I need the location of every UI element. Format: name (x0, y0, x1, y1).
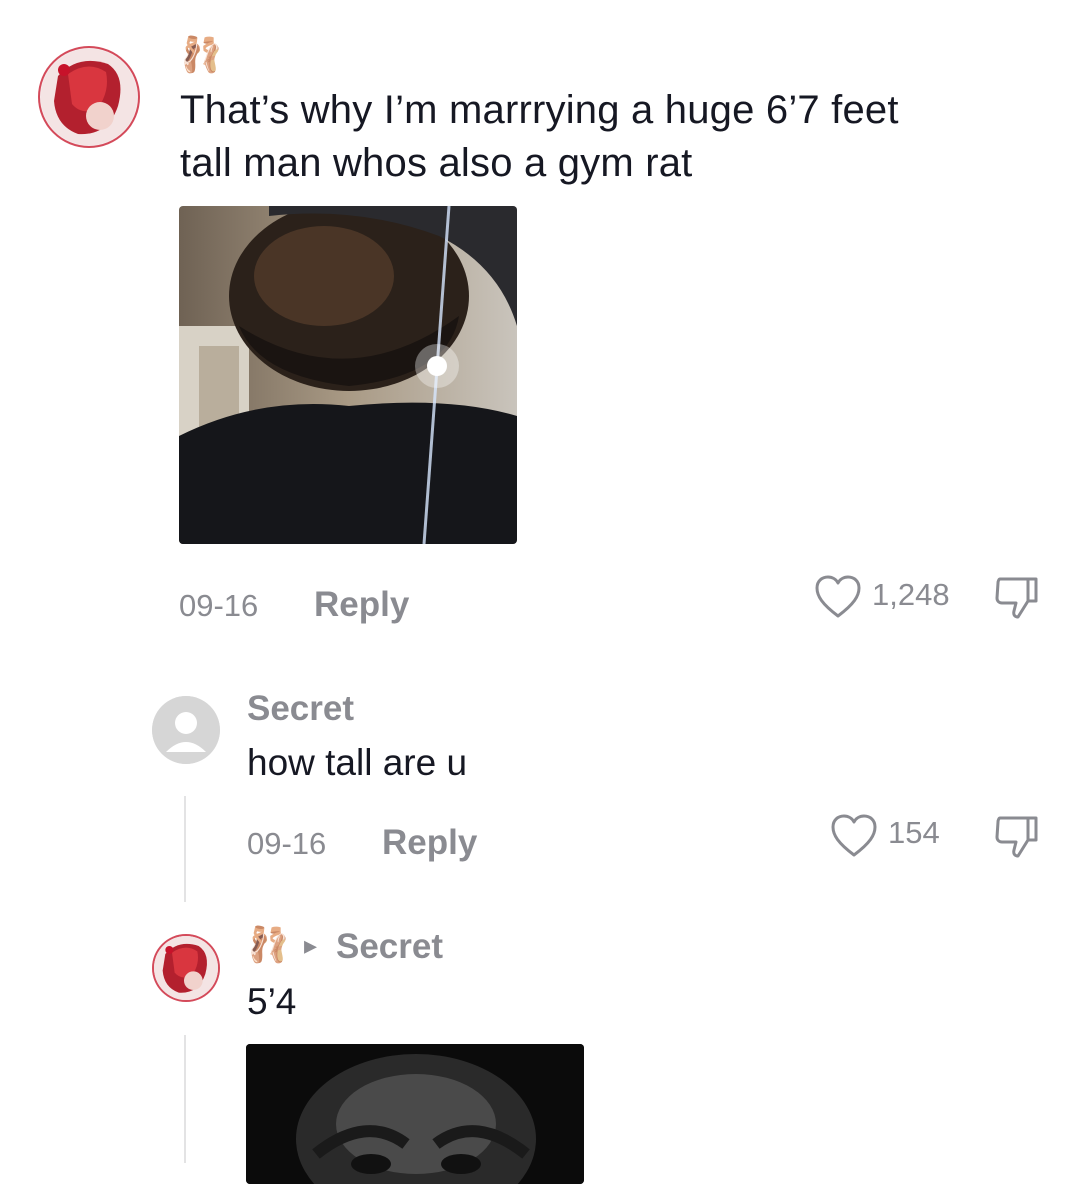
commenter-avatar[interactable] (152, 934, 220, 1002)
thumbs-down-outline-icon[interactable] (992, 573, 1040, 621)
like-count: 1,248 (872, 577, 950, 612)
reply-username[interactable]: Secret (247, 689, 354, 729)
reply-text: 5’4 (247, 981, 297, 1022)
thread-line (184, 796, 186, 902)
photo-dark-face (246, 1044, 584, 1184)
like-count: 154 (888, 815, 940, 850)
comment-text-line-1: That’s why I’m marrrying a huge 6’7 feet (180, 88, 899, 132)
avatar-image (41, 49, 137, 145)
thread-line (184, 1035, 186, 1163)
badge-emoji-icon: 🩰 (180, 36, 223, 74)
comment-image[interactable] (179, 206, 517, 544)
heart-outline-icon[interactable] (814, 574, 862, 620)
reply-button[interactable]: Reply (314, 585, 409, 625)
reply-button[interactable]: Reply (382, 823, 477, 863)
commenter-avatar[interactable] (38, 46, 140, 148)
reply-to-username[interactable]: Secret (336, 927, 443, 967)
avatar-image (154, 936, 218, 1000)
reply-text: how tall are u (247, 742, 468, 783)
default-avatar[interactable] (152, 696, 220, 764)
comment-text-line-2: tall man whos also a gym rat (180, 141, 693, 185)
reply-date: 09-16 (247, 826, 327, 861)
reply-image[interactable] (246, 1044, 584, 1184)
photo-man-in-cap (179, 206, 517, 544)
badge-emoji-icon: 🩰 (247, 926, 290, 964)
thumbs-down-outline-icon[interactable] (992, 812, 1040, 860)
heart-outline-icon[interactable] (830, 813, 878, 859)
comment-date: 09-16 (179, 588, 259, 623)
person-placeholder-icon (152, 696, 220, 764)
reply-to-arrow-icon: ▸ (304, 930, 318, 960)
